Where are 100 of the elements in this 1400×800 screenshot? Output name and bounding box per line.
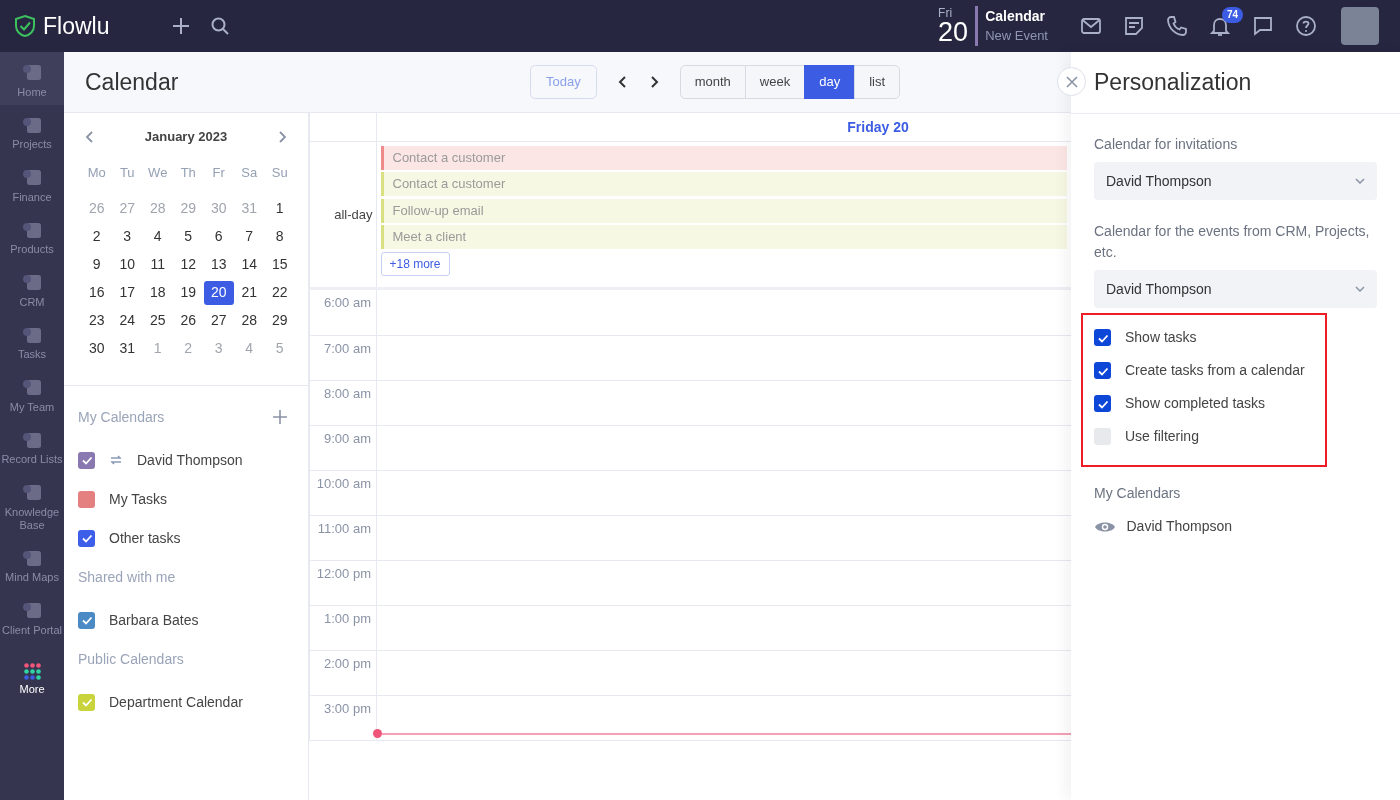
calendar-day[interactable]: 8 bbox=[264, 224, 295, 249]
calendar-day[interactable]: 12 bbox=[173, 252, 204, 277]
calendar-day[interactable]: 9 bbox=[81, 252, 112, 277]
calendar-day[interactable]: 26 bbox=[173, 308, 204, 333]
more-events-button[interactable]: +18 more bbox=[380, 251, 450, 276]
time-label: 12:00 pm bbox=[310, 561, 377, 605]
sidebar-item[interactable]: Tasks bbox=[0, 314, 64, 367]
search-button[interactable] bbox=[211, 17, 230, 35]
calendar-day[interactable]: 6 bbox=[203, 224, 234, 249]
checkbox[interactable] bbox=[78, 611, 95, 629]
dots-grid-icon bbox=[23, 662, 41, 680]
calendar-day[interactable]: 5 bbox=[173, 224, 204, 249]
calendar-link[interactable]: Calendar bbox=[985, 6, 1048, 26]
page-title: Calendar bbox=[84, 67, 180, 97]
calendar-day[interactable]: 7 bbox=[234, 224, 265, 249]
calendar-day[interactable]: 27 bbox=[203, 308, 234, 333]
phone-icon bbox=[1165, 15, 1188, 37]
calendar-day[interactable]: 16 bbox=[81, 280, 112, 305]
next-month-button[interactable] bbox=[277, 130, 287, 143]
logo-text: Flowlu bbox=[43, 11, 110, 41]
sidebar-item[interactable]: My Team bbox=[0, 367, 64, 420]
calendar-day[interactable]: 30 bbox=[81, 336, 112, 361]
checkbox[interactable] bbox=[78, 693, 95, 711]
calendar-day[interactable]: 20 bbox=[203, 280, 234, 305]
weekday-label: Fr bbox=[211, 163, 226, 182]
check-icon bbox=[81, 456, 92, 465]
calendar-day[interactable]: 18 bbox=[142, 280, 173, 305]
time-label: 8:00 am bbox=[310, 381, 377, 425]
sidebar-item[interactable]: Record Lists bbox=[0, 419, 64, 472]
checkbox[interactable] bbox=[1094, 362, 1111, 379]
close-icon bbox=[1065, 75, 1078, 88]
calendar-day[interactable]: 22 bbox=[264, 280, 295, 305]
calendar-day[interactable]: 11 bbox=[142, 252, 173, 277]
calendar-day[interactable]: 17 bbox=[112, 280, 143, 305]
calendar-day[interactable]: 19 bbox=[173, 280, 204, 305]
view-tab[interactable]: week bbox=[744, 65, 806, 99]
calendar-name: Barbara Bates bbox=[109, 610, 199, 630]
section-heading: Shared with me bbox=[78, 567, 176, 587]
calendar-day[interactable]: 24 bbox=[112, 308, 143, 333]
weekday-label: Tu bbox=[118, 163, 136, 182]
previous-month-button[interactable] bbox=[85, 130, 95, 143]
sidebar-item[interactable]: Knowledge Base bbox=[0, 472, 64, 538]
next-button[interactable] bbox=[648, 76, 659, 88]
day-header: Friday 20 bbox=[847, 117, 909, 137]
check-icon bbox=[81, 616, 92, 625]
all-day-label: all-day bbox=[334, 205, 373, 224]
view-tab[interactable]: day bbox=[804, 65, 856, 99]
panel-title: Personalization bbox=[1094, 68, 1252, 98]
weekday-label: We bbox=[147, 163, 169, 182]
sync-icon bbox=[109, 453, 123, 467]
calendar-day[interactable]: 3 bbox=[112, 224, 143, 249]
check-icon bbox=[1097, 367, 1108, 376]
sidebar-item[interactable]: Projects bbox=[0, 104, 64, 157]
new-event-link[interactable]: New Event bbox=[985, 26, 1048, 46]
sidebar-item[interactable]: Client Portal bbox=[0, 590, 64, 643]
sidebar-item[interactable]: Products bbox=[0, 209, 64, 262]
calendar-day[interactable]: 23 bbox=[81, 308, 112, 333]
calendar-day[interactable]: 10 bbox=[112, 252, 143, 277]
checkbox[interactable] bbox=[78, 529, 95, 547]
calendar-select[interactable]: David Thompson bbox=[1094, 270, 1377, 308]
calendar-day[interactable]: 4 bbox=[142, 224, 173, 249]
sidebar-item[interactable]: CRM bbox=[0, 262, 64, 315]
calendar-day[interactable]: 31 bbox=[112, 336, 143, 361]
calendar-select[interactable]: David Thompson bbox=[1094, 162, 1377, 200]
view-tab[interactable]: month bbox=[679, 65, 746, 99]
chevron-right-icon bbox=[277, 130, 287, 143]
check-icon bbox=[81, 698, 92, 707]
sidebar-item[interactable]: Finance bbox=[0, 157, 64, 210]
calendar-day[interactable]: 14 bbox=[234, 252, 265, 277]
time-label: 9:00 am bbox=[310, 426, 377, 470]
option-label: Show completed tasks bbox=[1125, 394, 1266, 413]
help-icon bbox=[1294, 15, 1317, 37]
calendar-day[interactable]: 28 bbox=[234, 308, 265, 333]
tile-icon bbox=[22, 272, 42, 292]
option-label: Show tasks bbox=[1125, 328, 1197, 347]
sidebar-item[interactable]: Mind Maps bbox=[0, 537, 64, 590]
check-icon bbox=[1097, 334, 1108, 343]
calendar-day[interactable]: 1 bbox=[264, 196, 295, 221]
time-label: 1:00 pm bbox=[310, 606, 377, 650]
field-label: Calendar for invitations bbox=[1094, 135, 1239, 154]
calendar-day[interactable]: 2 bbox=[81, 224, 112, 249]
checkbox[interactable] bbox=[78, 451, 95, 469]
view-tab[interactable]: list bbox=[854, 65, 901, 99]
sidebar-item[interactable]: More bbox=[0, 652, 64, 702]
previous-button[interactable] bbox=[617, 76, 628, 88]
calendar-day[interactable]: 13 bbox=[203, 252, 234, 277]
checkbox[interactable] bbox=[1094, 329, 1111, 346]
calendar-day[interactable]: 15 bbox=[264, 252, 295, 277]
checkbox[interactable] bbox=[1094, 395, 1111, 412]
tile-icon bbox=[22, 167, 42, 187]
date-weekday: Fri bbox=[938, 6, 953, 19]
calendar-day[interactable]: 21 bbox=[234, 280, 265, 305]
calendar-day[interactable]: 29 bbox=[264, 308, 295, 333]
notification-count: 74 bbox=[1222, 7, 1244, 23]
option-label: Create tasks from a calendar bbox=[1125, 361, 1305, 380]
chevron-left-icon bbox=[617, 76, 628, 88]
calendar-name: David Thompson bbox=[137, 450, 243, 470]
section-heading: My Calendars bbox=[78, 407, 165, 427]
calendar-day[interactable]: 25 bbox=[142, 308, 173, 333]
checkbox[interactable] bbox=[78, 490, 95, 508]
